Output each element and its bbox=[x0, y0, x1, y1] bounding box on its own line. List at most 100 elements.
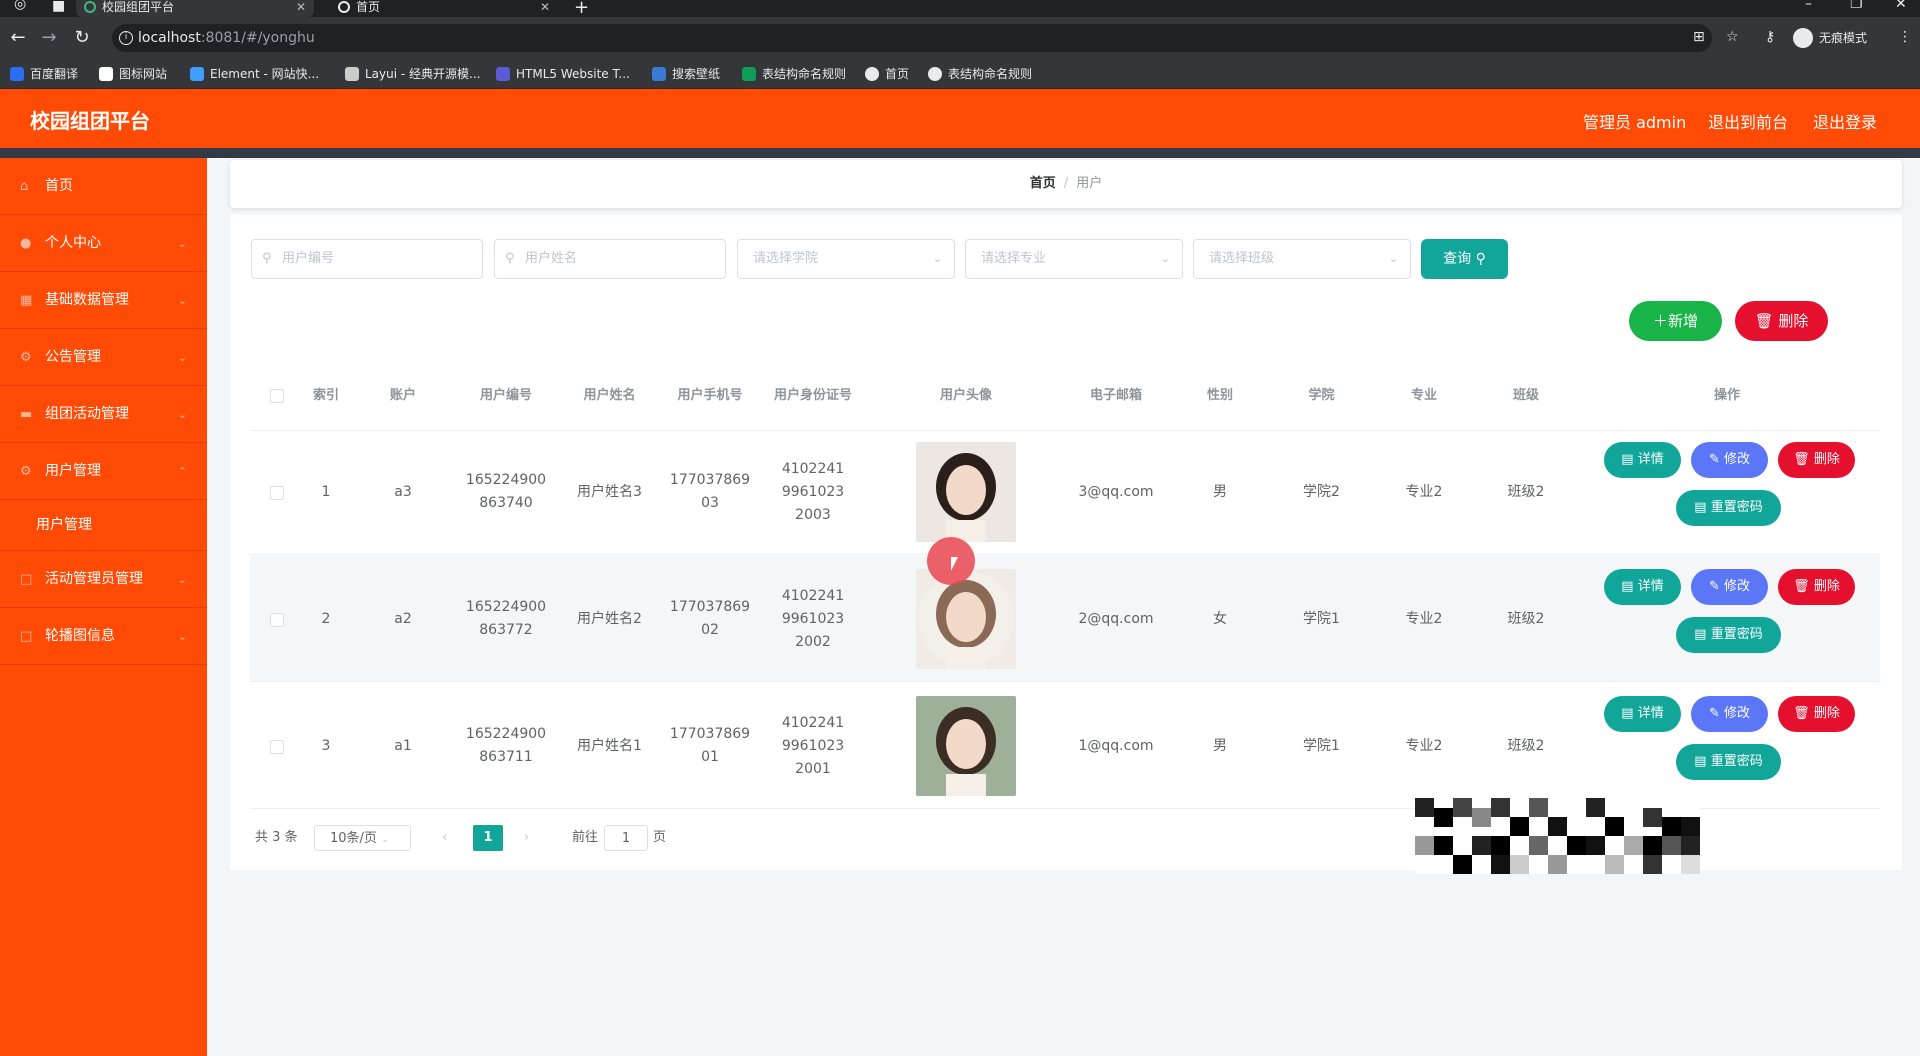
edit-label: 修改 bbox=[1724, 452, 1751, 467]
breadcrumb-home[interactable]: 首页 bbox=[1030, 176, 1056, 191]
tab-close-icon[interactable]: ✕ bbox=[540, 0, 550, 14]
info-icon[interactable]: i bbox=[119, 31, 133, 45]
bookmark-item[interactable]: Layui - 经典开源模... bbox=[345, 66, 480, 82]
user-no-input[interactable]: ⚲ 用户编号 bbox=[251, 239, 483, 279]
minimize-icon[interactable]: – bbox=[1805, 0, 1812, 12]
detail-button[interactable]: ▤ 详情 bbox=[1604, 442, 1681, 478]
exit-to-front-link[interactable]: 退出到前台 bbox=[1708, 109, 1788, 133]
browser-tab-active[interactable]: 校园组团平台 ✕ bbox=[76, 0, 314, 17]
table-row: 3 a1 165224900863711 用户姓名1 17703786901 410224… bbox=[250, 683, 1880, 809]
new-tab-button[interactable]: + bbox=[574, 0, 589, 18]
sidebar-item-activity-admin[interactable]: □ 活动管理员管理 ⌄ bbox=[0, 551, 207, 608]
page-size-select[interactable]: 10条/页 ⌄ bbox=[314, 825, 411, 851]
bookmark-item[interactable]: 图标网站 bbox=[99, 66, 167, 82]
breadcrumb-current: 用户 bbox=[1076, 176, 1103, 191]
reset-button[interactable]: ▤ 重置密码 bbox=[1676, 490, 1781, 526]
bookmark-label: HTML5 Website T... bbox=[516, 67, 630, 81]
maximize-icon[interactable]: ❐ bbox=[1850, 0, 1863, 12]
major-select[interactable]: 请选择专业 ⌄ bbox=[965, 239, 1183, 279]
bookmark-item[interactable]: 首页 bbox=[865, 66, 909, 82]
placeholder: 请选择班级 bbox=[1209, 251, 1275, 266]
goto-page-input[interactable]: 1 bbox=[604, 825, 648, 851]
reload-icon[interactable]: ↻ bbox=[71, 27, 93, 48]
translate-icon[interactable]: ⊞ bbox=[1693, 29, 1705, 45]
bookmark-item[interactable]: HTML5 Website T... bbox=[496, 66, 630, 82]
edit-icon: ✎ bbox=[1708, 579, 1724, 594]
sidebar-item-basic-data[interactable]: ▦ 基础数据管理 ⌄ bbox=[0, 272, 207, 329]
reset-button[interactable]: ▤ 重置密码 bbox=[1676, 617, 1781, 653]
bookmark-item[interactable]: Element - 网站快... bbox=[190, 66, 319, 82]
bookmark-star-icon[interactable]: ☆ bbox=[1726, 29, 1739, 45]
more-icon[interactable]: ⋮ bbox=[1898, 29, 1912, 45]
row-checkbox[interactable] bbox=[270, 740, 284, 754]
detail-button[interactable]: ▤ 详情 bbox=[1604, 569, 1681, 605]
college-select[interactable]: 请选择学院 ⌄ bbox=[737, 239, 955, 279]
search-icon: ⚲ bbox=[262, 251, 272, 266]
edit-button[interactable]: ✎ 修改 bbox=[1691, 696, 1768, 732]
sidebar-subitem-user-management[interactable]: 用户管理 bbox=[0, 500, 207, 551]
sidebar-item-users[interactable]: ⚙ 用户管理 ⌃ bbox=[0, 443, 207, 500]
chevron-down-icon: ⌄ bbox=[932, 252, 942, 265]
row-checkbox[interactable] bbox=[270, 486, 284, 500]
cell-account: a1 bbox=[394, 737, 412, 754]
forward-icon[interactable]: → bbox=[38, 27, 60, 48]
query-button[interactable]: 查询 ⚲ bbox=[1421, 239, 1508, 279]
sidebar-item-carousel[interactable]: □ 轮播图信息 ⌄ bbox=[0, 608, 207, 665]
goto-suffix: 页 bbox=[653, 830, 667, 845]
bookmark-item[interactable]: 搜索壁纸 bbox=[652, 66, 720, 82]
chevron-down-icon: ⌄ bbox=[381, 834, 390, 845]
sidebar-item-home[interactable]: ⌂ 首页 bbox=[0, 158, 207, 215]
page-number-current[interactable]: 1 bbox=[473, 825, 503, 851]
cell-phone: 17703786902 bbox=[669, 599, 751, 638]
edit-label: 修改 bbox=[1724, 579, 1751, 594]
cell-account: a3 bbox=[394, 483, 412, 500]
row-checkbox[interactable] bbox=[270, 613, 284, 627]
incognito-badge[interactable]: 无痕模式 bbox=[1793, 24, 1867, 52]
bookmark-item[interactable]: 百度翻译 bbox=[10, 66, 78, 82]
browser-tab[interactable]: 首页 ✕ bbox=[330, 0, 558, 17]
edit-button[interactable]: ✎ 修改 bbox=[1691, 569, 1768, 605]
add-button[interactable]: ＋新增 bbox=[1629, 301, 1722, 341]
reset-button[interactable]: ▤ 重置密码 bbox=[1676, 744, 1781, 780]
chevron-down-icon: ⌄ bbox=[1160, 252, 1170, 265]
logout-link[interactable]: 退出登录 bbox=[1813, 109, 1877, 133]
tab-close-icon[interactable]: ✕ bbox=[296, 0, 306, 14]
delete-button[interactable]: 🗑︎ 删除 bbox=[1778, 442, 1855, 478]
browser-menu-icon[interactable]: ◎ bbox=[14, 0, 26, 12]
cell-user-no: 165224900863740 bbox=[465, 472, 547, 511]
bookmark-favicon-icon bbox=[10, 67, 24, 81]
detail-button[interactable]: ▤ 详情 bbox=[1604, 696, 1681, 732]
select-all-checkbox[interactable] bbox=[270, 389, 284, 403]
delete-button[interactable]: 🗑︎ 删除 bbox=[1778, 696, 1855, 732]
class-select[interactable]: 请选择班级 ⌄ bbox=[1193, 239, 1411, 279]
pagination-total: 共 3 条 bbox=[255, 830, 298, 845]
bookmark-item[interactable]: 表结构命名规则 bbox=[928, 66, 1032, 82]
sidebar-item-notice[interactable]: ⚙ 公告管理 ⌄ bbox=[0, 329, 207, 386]
tab-title: 首页 bbox=[356, 0, 381, 14]
url-path: :8081/#/yonghu bbox=[200, 30, 315, 46]
plus-icon: ＋ bbox=[1652, 312, 1668, 330]
url-input[interactable]: i localhost:8081/#/yonghu bbox=[112, 24, 1712, 52]
back-icon[interactable]: ← bbox=[7, 27, 29, 48]
delete-button[interactable]: 🗑︎ 删除 bbox=[1735, 301, 1828, 341]
chevron-down-icon: ⌄ bbox=[177, 630, 187, 643]
delete-button[interactable]: 🗑︎ 删除 bbox=[1778, 569, 1855, 605]
edit-button[interactable]: ✎ 修改 bbox=[1691, 442, 1768, 478]
prev-page-icon[interactable]: ‹ bbox=[442, 825, 447, 851]
close-window-icon[interactable]: ✕ bbox=[1895, 0, 1907, 12]
trash-icon: 🗑︎ bbox=[1793, 579, 1814, 594]
key-icon[interactable]: ⚷ bbox=[1765, 29, 1775, 45]
bookmark-item[interactable]: 表结构命名规则 bbox=[742, 66, 846, 82]
cell-college: 学院2 bbox=[1303, 483, 1340, 500]
query-label: 查询 bbox=[1443, 251, 1472, 267]
cell-user-no: 165224900863711 bbox=[465, 726, 547, 765]
sidebar-item-activity[interactable]: ▬ 组团活动管理 ⌄ bbox=[0, 386, 207, 443]
bookmark-favicon-icon bbox=[742, 67, 756, 81]
next-page-icon[interactable]: › bbox=[524, 825, 529, 851]
table-row: 1 a3 165224900863740 用户姓名3 17703786903 410224… bbox=[250, 429, 1880, 555]
col-header: 索引 bbox=[312, 388, 339, 403]
sidebar-item-profile[interactable]: ● 个人中心 ⌄ bbox=[0, 215, 207, 272]
user-name-input[interactable]: ⚲ 用户姓名 bbox=[494, 239, 726, 279]
document-icon: ▤ bbox=[1694, 627, 1711, 642]
cell-class: 班级2 bbox=[1507, 483, 1545, 500]
